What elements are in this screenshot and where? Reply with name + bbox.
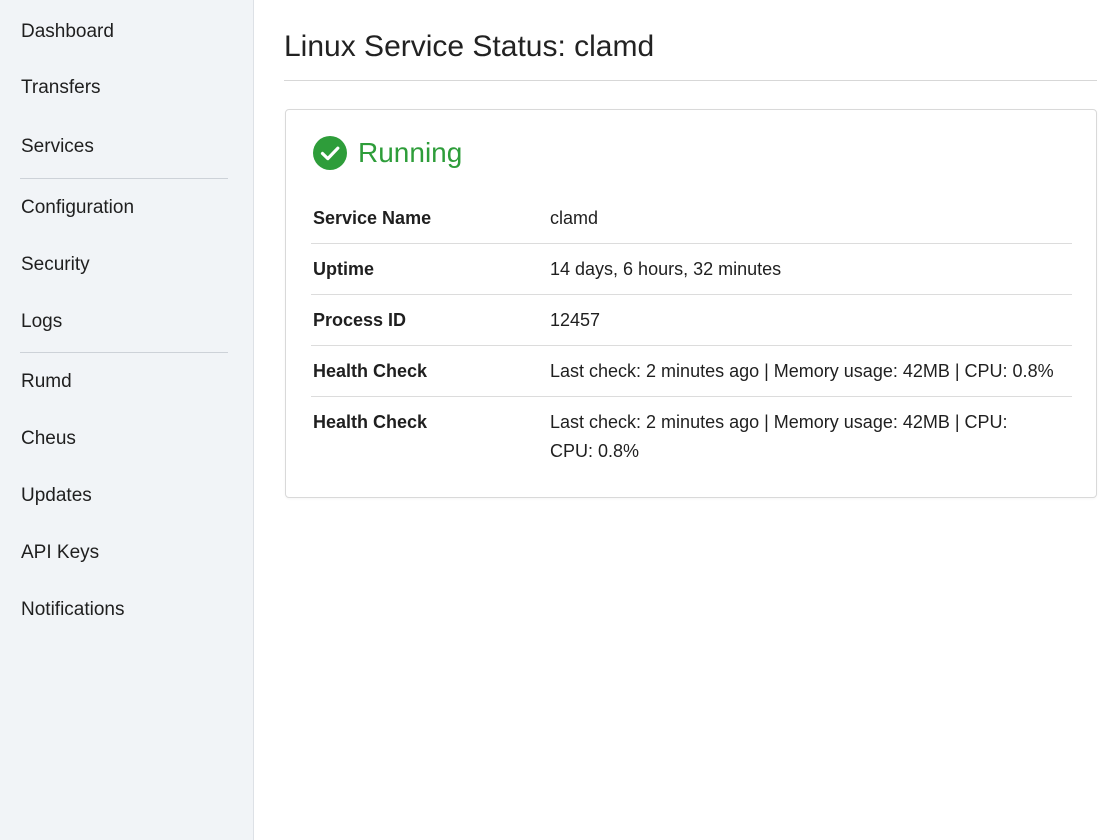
sidebar-divider	[20, 352, 228, 353]
sidebar-item-cheus[interactable]: Cheus	[21, 427, 76, 451]
title-divider	[284, 80, 1097, 81]
row-value-uptime: 14 days, 6 hours, 32 minutes	[550, 259, 782, 279]
sidebar-item-rumd[interactable]: Rumd	[21, 370, 72, 394]
sidebar-item-logs[interactable]: Logs	[21, 310, 62, 334]
row-value-health-check-continued: CPU: 0.8%	[550, 441, 640, 461]
check-circle-icon	[313, 136, 347, 170]
row-divider	[311, 345, 1072, 346]
row-divider	[311, 396, 1072, 397]
sidebar: Dashboard Transfers Services Configurati…	[0, 0, 254, 840]
row-value-health-check: Last check: 2 minutes ago | Memory usage…	[550, 412, 1008, 432]
row-label-service-name: Service Name	[313, 208, 432, 228]
sidebar-item-security[interactable]: Security	[21, 253, 90, 277]
sidebar-divider	[20, 178, 228, 179]
row-label-uptime: Uptime	[313, 259, 375, 279]
row-label-process-id: Process ID	[313, 310, 407, 330]
row-value-health-check: Last check: 2 minutes ago | Memory usage…	[550, 361, 1054, 381]
sidebar-item-notifications[interactable]: Notifications	[21, 598, 125, 622]
row-value-service-name: clamd	[550, 208, 599, 228]
sidebar-item-updates[interactable]: Updates	[21, 484, 92, 508]
row-divider	[311, 294, 1072, 295]
sidebar-item-configuration[interactable]: Configuration	[21, 196, 134, 220]
service-status-card: Running Service Name clamd Uptime 14 day…	[285, 109, 1097, 498]
sidebar-item-services[interactable]: Services	[21, 135, 94, 159]
row-label-health-check: Health Check	[313, 361, 428, 381]
app-window: Dashboard Transfers Services Configurati…	[0, 0, 1120, 840]
sidebar-item-api-keys[interactable]: API Keys	[21, 541, 99, 565]
sidebar-item-transfers[interactable]: Transfers	[21, 76, 101, 100]
row-value-process-id: 12457	[550, 310, 601, 330]
status-text: Running	[358, 137, 463, 168]
row-label-health-check: Health Check	[313, 412, 428, 432]
page-title: Linux Service Status: clamd	[284, 30, 655, 63]
sidebar-item-dashboard[interactable]: Dashboard	[21, 20, 114, 44]
row-divider	[311, 243, 1072, 244]
